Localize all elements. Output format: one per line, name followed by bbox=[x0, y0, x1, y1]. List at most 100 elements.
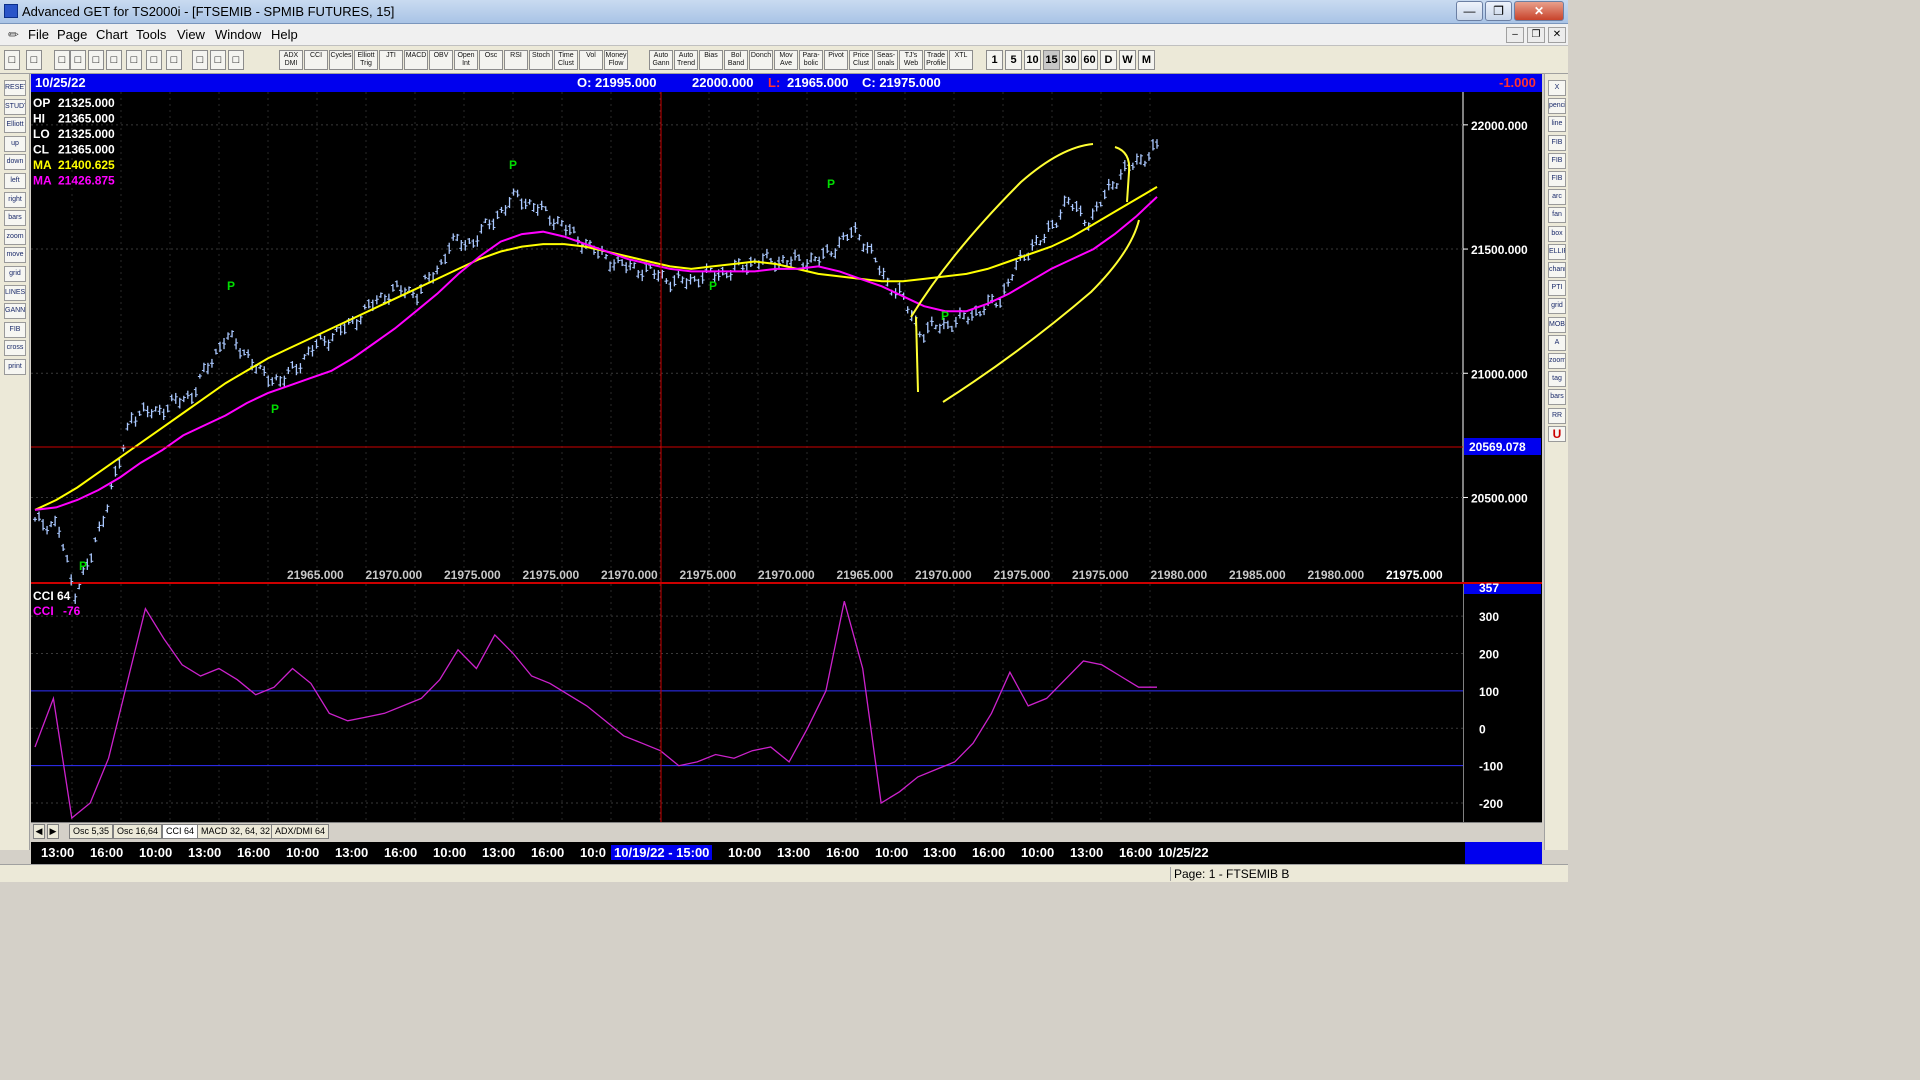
tab-cci-64[interactable]: CCI 64 bbox=[162, 824, 199, 839]
study-button-obv[interactable]: OBV bbox=[429, 50, 453, 70]
right-tool-x[interactable]: X bbox=[1548, 80, 1566, 96]
study-button-auto-trend[interactable]: Auto Trend bbox=[674, 50, 698, 70]
right-tool-box[interactable]: box bbox=[1548, 225, 1566, 242]
right-tool-pti[interactable]: PTI bbox=[1548, 280, 1566, 297]
right-tool-a[interactable]: A bbox=[1548, 334, 1566, 351]
study-button-jti[interactable]: JTI bbox=[379, 50, 403, 70]
period-button-5[interactable]: 5 bbox=[1005, 50, 1022, 70]
left-tool-gann[interactable]: GANN bbox=[4, 303, 26, 320]
right-tool-fan[interactable]: fan bbox=[1548, 207, 1566, 224]
study-button-open-int[interactable]: Open Int bbox=[454, 50, 478, 70]
right-tool-fib-time[interactable]: FIB TIME bbox=[1548, 171, 1566, 187]
toolbar-icon-2[interactable]: □ bbox=[54, 50, 70, 70]
right-tool-fib-ret[interactable]: FIB RET bbox=[1548, 134, 1566, 151]
study-button-price-clust[interactable]: Price Clust bbox=[849, 50, 873, 70]
left-tool-reset[interactable]: RESET bbox=[4, 80, 26, 96]
study-button-osc[interactable]: Osc bbox=[479, 50, 503, 70]
left-tool-move[interactable]: move bbox=[4, 247, 26, 264]
tab-osc-5-35[interactable]: Osc 5,35 bbox=[69, 824, 114, 839]
toolbar-icon-6[interactable]: □ bbox=[126, 50, 142, 70]
maximize-button[interactable]: ❐ bbox=[1485, 1, 1512, 21]
menu-chart[interactable]: Chart bbox=[96, 27, 128, 42]
study-button-rsi[interactable]: RSI bbox=[504, 50, 528, 70]
study-button-bias[interactable]: Bias bbox=[699, 50, 723, 70]
right-tool-channel[interactable]: channel bbox=[1548, 262, 1566, 278]
right-tool-rr[interactable]: RR bbox=[1548, 407, 1566, 424]
study-button-vol[interactable]: Vol bbox=[579, 50, 603, 70]
tab-macd[interactable]: MACD 32, 64, 32 bbox=[197, 824, 275, 839]
toolbar-icon-4[interactable]: □ bbox=[88, 50, 104, 70]
study-button-auto-gann[interactable]: Auto Gann bbox=[649, 50, 673, 70]
toolbar-icon-7[interactable]: □ bbox=[146, 50, 162, 70]
study-button-mov-ave[interactable]: Mov Ave bbox=[774, 50, 798, 70]
mdi-restore-button[interactable]: ❐ bbox=[1527, 27, 1545, 43]
right-tool-tag[interactable]: tag bbox=[1548, 371, 1566, 388]
period-button-60[interactable]: 60 bbox=[1081, 50, 1098, 70]
study-button-elliott-trig[interactable]: Elliott Trig bbox=[354, 50, 378, 70]
study-button-xtl[interactable]: XTL bbox=[949, 50, 973, 70]
study-button-cycles[interactable]: Cycles bbox=[329, 50, 353, 70]
mdi-minimize-button[interactable]: – bbox=[1506, 27, 1524, 43]
left-tool-study[interactable]: STUDY bbox=[4, 98, 26, 115]
right-tool-bars[interactable]: bars bbox=[1548, 389, 1566, 406]
period-button-15[interactable]: 15 bbox=[1043, 50, 1060, 70]
tab-osc-16-64[interactable]: Osc 16,64 bbox=[113, 824, 163, 839]
study-button-adx-dmi[interactable]: ADX DMI bbox=[279, 50, 303, 70]
study-button-tj-s-web[interactable]: TJ's Web bbox=[899, 50, 923, 70]
toolbar-icon-5[interactable]: □ bbox=[106, 50, 122, 70]
period-button-30[interactable]: 30 bbox=[1062, 50, 1079, 70]
study-button-bol-band[interactable]: Bol Band bbox=[724, 50, 748, 70]
left-tool-bars[interactable]: bars bbox=[4, 210, 26, 227]
right-tool-arc[interactable]: arc bbox=[1548, 189, 1566, 206]
right-tool-zoom[interactable]: zoom bbox=[1548, 353, 1566, 369]
menu-tools[interactable]: Tools bbox=[136, 27, 166, 42]
right-tool-pencil[interactable]: pencil bbox=[1548, 98, 1566, 115]
toolbar-icon-11[interactable]: □ bbox=[228, 50, 244, 70]
toolbar-icon-3[interactable]: □ bbox=[70, 50, 86, 70]
study-button-donch[interactable]: Donch bbox=[749, 50, 773, 70]
close-button[interactable]: ✕ bbox=[1514, 1, 1564, 21]
study-button-macd[interactable]: MACD bbox=[404, 50, 428, 70]
left-tool-grid[interactable]: grid bbox=[4, 266, 26, 282]
period-button-10[interactable]: 10 bbox=[1024, 50, 1041, 70]
right-tool-u[interactable]: U bbox=[1548, 425, 1566, 442]
menu-page[interactable]: Page bbox=[57, 27, 87, 42]
right-tool-line[interactable]: line bbox=[1548, 116, 1566, 133]
price-panel[interactable] bbox=[31, 92, 1463, 580]
study-button-pivot[interactable]: Pivot bbox=[824, 50, 848, 70]
toolbar-icon-10[interactable]: □ bbox=[210, 50, 226, 70]
study-button-money-flow[interactable]: Money Flow bbox=[604, 50, 628, 70]
study-button-cci[interactable]: CCI bbox=[304, 50, 328, 70]
doc-icon[interactable]: ✏ bbox=[8, 27, 19, 43]
left-tool-down[interactable]: down bbox=[4, 154, 26, 171]
period-button-w[interactable]: W bbox=[1119, 50, 1136, 70]
left-tool-right[interactable]: right bbox=[4, 191, 26, 208]
study-button-trade-profile[interactable]: Trade Profile bbox=[924, 50, 948, 70]
right-tool-mob[interactable]: MOB bbox=[1548, 316, 1566, 333]
minimize-button[interactable]: — bbox=[1456, 1, 1483, 21]
left-tool-up[interactable]: up bbox=[4, 135, 26, 152]
period-button-1[interactable]: 1 bbox=[986, 50, 1003, 70]
toolbar-icon-8[interactable]: □ bbox=[166, 50, 182, 70]
menu-view[interactable]: View bbox=[177, 27, 205, 42]
left-tool-left[interactable]: left bbox=[4, 173, 26, 189]
study-button-time-clust[interactable]: Time Clust bbox=[554, 50, 578, 70]
period-button-d[interactable]: D bbox=[1100, 50, 1117, 70]
left-tool-lines[interactable]: LINES bbox=[4, 284, 26, 301]
chart-canvas[interactable]: P P P P P P P 22000.000 21500.000 21000.000 20500… bbox=[31, 92, 1542, 822]
left-tool-zoom[interactable]: zoom bbox=[4, 228, 26, 245]
right-tool-grid[interactable]: grid bbox=[1548, 298, 1566, 315]
menu-help[interactable]: Help bbox=[271, 27, 298, 42]
right-tool-ellips[interactable]: ELLIPS bbox=[1548, 243, 1566, 260]
left-tool-elliott[interactable]: Elliott bbox=[4, 117, 26, 134]
right-tool-fib-ext[interactable]: FIB EXT bbox=[1548, 152, 1566, 169]
toolbar-icon-9[interactable]: □ bbox=[192, 50, 208, 70]
left-tool-cross[interactable]: cross bbox=[4, 340, 26, 357]
tab-adx-dmi[interactable]: ADX/DMI 64 bbox=[271, 824, 330, 839]
chart-area[interactable]: P P P P P P P 22000.000 21500.000 21000.000 20500… bbox=[31, 92, 1542, 822]
toolbar-icon-1[interactable]: □ bbox=[26, 50, 42, 70]
study-button-seas-onals[interactable]: Seas-onals bbox=[874, 50, 898, 70]
mdi-close-button[interactable]: ✕ bbox=[1548, 27, 1566, 43]
menu-window[interactable]: Window bbox=[215, 27, 261, 42]
tab-scroll-left[interactable]: ◀ bbox=[33, 824, 45, 839]
